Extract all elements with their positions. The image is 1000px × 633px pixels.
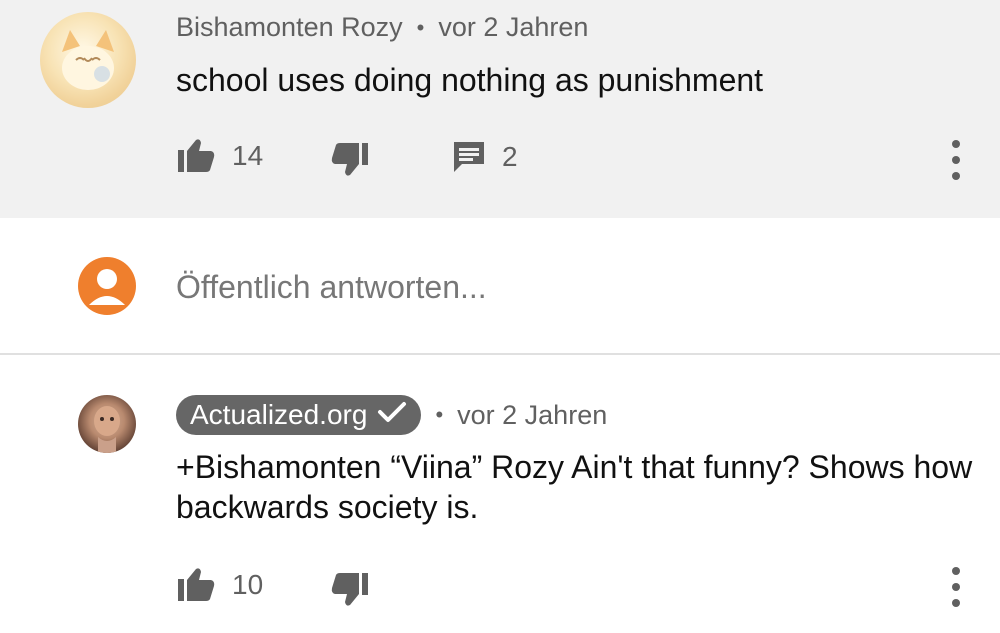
like-button[interactable]: 14 [176, 138, 263, 174]
comment-meta: Bishamonten Rozy • vor 2 Jahren [176, 12, 588, 43]
separator-dot: • [435, 402, 444, 427]
reply-count-button[interactable]: 2 [452, 140, 518, 174]
reply-input[interactable] [176, 262, 876, 312]
more-vert-icon[interactable] [944, 140, 968, 180]
thumbs-up-icon [176, 138, 216, 174]
avatar[interactable] [78, 395, 136, 453]
thumbs-up-icon [176, 567, 216, 603]
thumbs-down-icon [330, 571, 370, 607]
man-portrait-avatar-icon [94, 406, 120, 453]
check-icon [377, 399, 407, 431]
anime-cat-avatar-icon [62, 30, 114, 90]
separator-dot: • [416, 14, 425, 40]
thumbs-down-icon [330, 141, 370, 177]
account-circle-icon [78, 257, 136, 315]
like-count: 10 [232, 569, 264, 600]
timestamp: vor 2 Jahren [438, 12, 589, 42]
dislike-button[interactable] [330, 141, 370, 177]
comment-2: Actualized.org • vor 2 Jahren +Bishamont… [0, 355, 1000, 633]
channel-badge[interactable]: Actualized.org [176, 395, 422, 435]
reply-row [0, 218, 1000, 354]
like-count: 14 [232, 140, 264, 171]
comment-meta: Actualized.org • vor 2 Jahren [176, 395, 607, 435]
dislike-button[interactable] [330, 571, 370, 607]
author-name[interactable]: Bishamonten Rozy [176, 12, 403, 43]
comment-1: Bishamonten Rozy • vor 2 Jahren school u… [0, 0, 1000, 218]
reply-count: 2 [502, 141, 518, 172]
more-vert-icon[interactable] [944, 567, 968, 607]
like-button[interactable]: 10 [176, 567, 263, 603]
comments-page: Bishamonten Rozy • vor 2 Jahren school u… [0, 0, 1000, 633]
author-name: Actualized.org [190, 399, 368, 430]
comment-icon [452, 140, 486, 174]
avatar[interactable] [40, 12, 136, 108]
timestamp: vor 2 Jahren [457, 399, 608, 430]
comment-text: +Bishamonten “Viina” Rozy Ain't that fun… [176, 449, 973, 525]
comment-text: school uses doing nothing as punishment [176, 62, 764, 98]
